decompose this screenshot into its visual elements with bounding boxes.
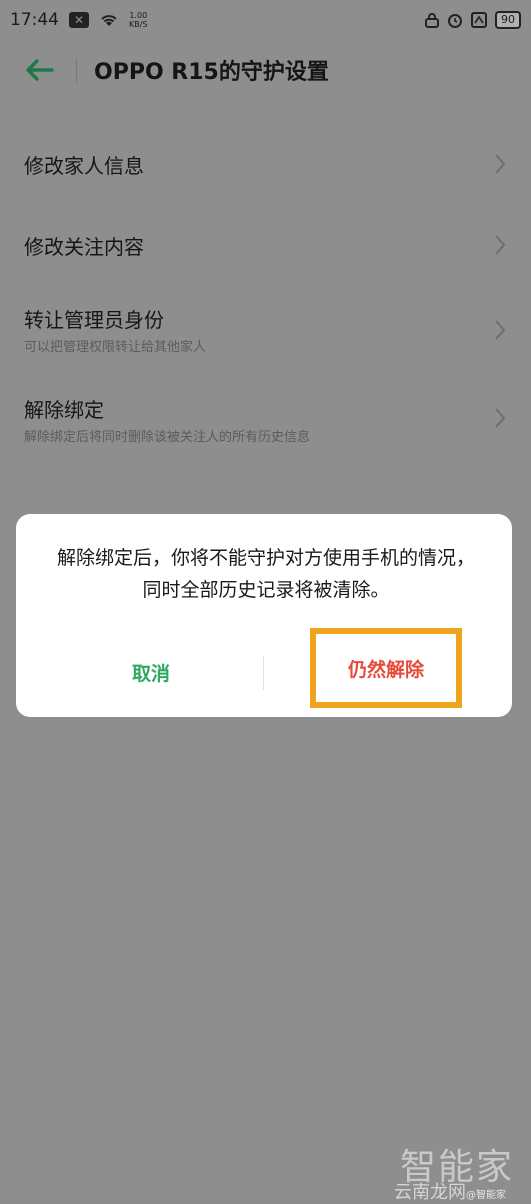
chevron-right-icon [495, 408, 506, 428]
battery-indicator: 90 [495, 11, 521, 29]
menu-item-edit-followed-content[interactable]: 修改关注内容 [0, 207, 531, 283]
cancel-button[interactable]: 取消 [56, 646, 246, 698]
status-bar: 17:44 ✕ 1.00 KB/S 90 [0, 0, 531, 40]
app-header: OPPO R15的守护设置 [0, 40, 531, 100]
menu-item-transfer-admin[interactable]: 转让管理员身份 可以把管理权限转让给其他家人 [0, 290, 531, 366]
wifi-icon [101, 15, 117, 26]
dialog-message: 解除绑定后，你将不能守护对方使用手机的情况，同时全部历史记录将被清除。 [56, 547, 475, 601]
chevron-right-icon [495, 235, 506, 255]
header-divider [76, 58, 77, 84]
watermark-site-name: 云南龙网 [394, 1182, 466, 1203]
menu-item-title: 转让管理员身份 [24, 308, 164, 332]
signal-icon [471, 12, 487, 28]
menu-item-title: 修改家人信息 [24, 154, 144, 178]
menu-item-subtitle: 可以把管理权限转让给其他家人 [24, 340, 207, 355]
menu-item-title: 解除绑定 [24, 398, 104, 422]
network-speed: 1.00 KB/S [129, 11, 148, 29]
status-time: 17:44 [10, 10, 59, 30]
lock-icon [425, 13, 439, 28]
menu-item-edit-family-info[interactable]: 修改家人信息 [0, 126, 531, 202]
watermark-handle: @智能家 [466, 1190, 506, 1201]
back-arrow-icon[interactable] [24, 58, 54, 82]
menu-item-title: 修改关注内容 [24, 235, 144, 259]
menu-item-subtitle: 解除绑定后将同时删除该被关注人的所有历史信息 [24, 430, 311, 445]
dialog-button-divider [263, 656, 264, 690]
menu-item-unbind[interactable]: 解除绑定 解除绑定后将同时删除该被关注人的所有历史信息 [0, 380, 531, 456]
confirm-unbind-button[interactable]: 仍然解除 [310, 628, 462, 708]
notification-x-icon: ✕ [69, 12, 89, 28]
chevron-right-icon [495, 154, 506, 174]
unbind-confirm-dialog: 解除绑定后，你将不能守护对方使用手机的情况，同时全部历史记录将被清除。 取消 仍… [16, 514, 512, 717]
alarm-icon [448, 14, 462, 28]
page-title: OPPO R15的守护设置 [94, 60, 329, 85]
chevron-right-icon [495, 320, 506, 340]
